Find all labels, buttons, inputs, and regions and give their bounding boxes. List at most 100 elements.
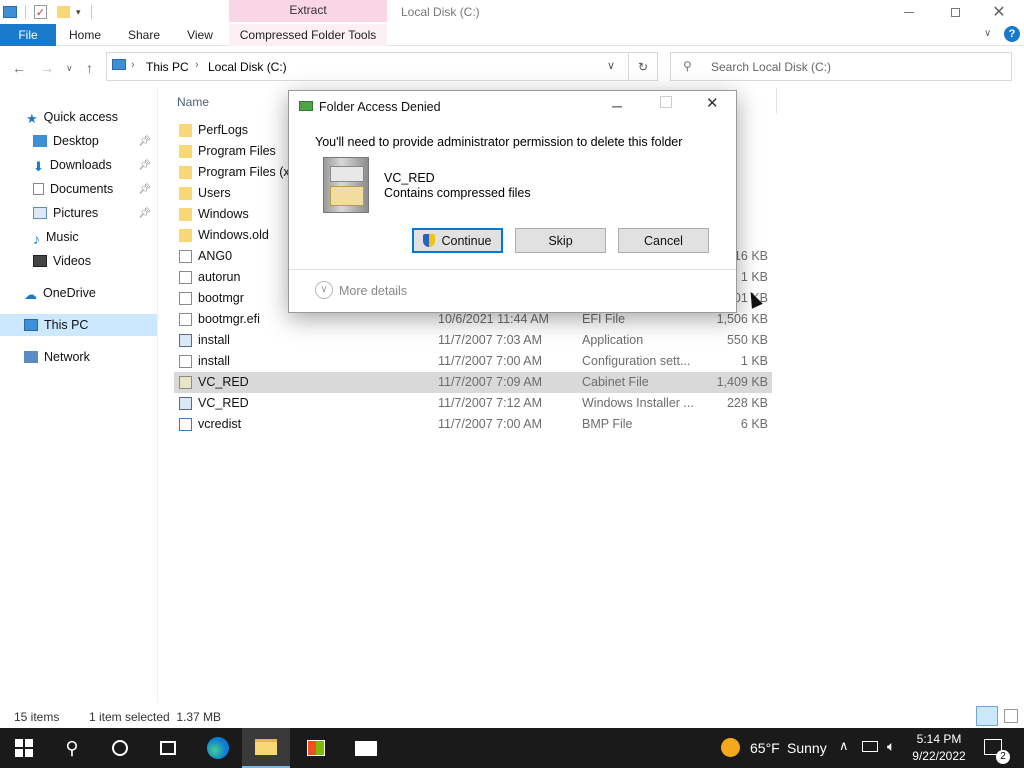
file-size: 228 KB [726, 396, 768, 410]
file-size: 1 KB [740, 270, 768, 284]
nav-pictures[interactable]: Pictures 📌︎ [0, 202, 157, 224]
more-details-link[interactable]: More details [339, 284, 407, 298]
compressed-folder-tools-tab[interactable]: Compressed Folder Tools [229, 24, 387, 46]
nav-label: Quick access [43, 110, 118, 124]
chevron-down-icon[interactable]: ∨ [315, 281, 333, 299]
separator [25, 5, 26, 19]
folder-icon [179, 208, 192, 221]
nav-desktop[interactable]: Desktop 📌︎ [0, 130, 157, 152]
search-input[interactable]: Search Local Disk (C:) [711, 60, 831, 74]
skip-button[interactable]: Skip [515, 228, 606, 253]
cloud-icon: ☁ [24, 287, 37, 302]
folder-access-denied-dialog: Folder Access Denied ─ ✕ You'll need to … [288, 90, 737, 313]
tab-file[interactable]: File [0, 24, 56, 46]
extract-context-tab[interactable]: Extract [229, 0, 387, 22]
dialog-minimize-button[interactable]: ─ [612, 98, 622, 114]
nav-quick-access[interactable]: ★ Quick access [0, 106, 157, 128]
up-arrow-icon[interactable]: ↑ [86, 60, 93, 76]
file-name: vcredist [198, 417, 242, 431]
edge-button[interactable] [194, 728, 242, 768]
ribbon-expand-icon[interactable]: ∨ [984, 28, 991, 39]
folder-icon [179, 229, 192, 242]
pin-icon: 📌︎ [138, 183, 151, 195]
tab-share[interactable]: Share [120, 24, 168, 46]
weather-temperature[interactable]: 65°F [750, 740, 780, 756]
file-date: 10/6/2021 11:44 AM [438, 312, 549, 326]
large-icons-view-icon[interactable] [1004, 709, 1018, 723]
restore-button[interactable] [932, 0, 978, 24]
nav-onedrive[interactable]: ☁ OneDrive [0, 282, 157, 304]
dialog-item-description: Contains compressed files [384, 186, 531, 200]
application-icon [179, 397, 192, 410]
file-size: 1,506 KB [716, 312, 768, 326]
restore-icon [950, 7, 960, 17]
file-row[interactable]: VC_RED 11/7/2007 7:09 AM Cabinet File 1,409… [174, 372, 772, 393]
move-icon [299, 101, 313, 111]
file-row[interactable]: install 11/7/2007 7:03 AM Application 550 K… [174, 330, 772, 351]
dialog-close-button[interactable]: ✕ [706, 94, 719, 112]
nav-label: OneDrive [43, 286, 96, 300]
continue-button[interactable]: Continue [412, 228, 503, 253]
column-divider[interactable] [776, 88, 777, 114]
cortana-button[interactable] [96, 728, 144, 768]
nav-this-pc[interactable]: This PC [0, 314, 157, 336]
download-arrow-icon: ⬇ [33, 159, 44, 174]
show-hidden-icons-chevron-icon[interactable]: ∧ [839, 738, 849, 754]
task-view-button[interactable] [144, 728, 192, 768]
computer-icon [112, 59, 126, 70]
nav-documents[interactable]: Documents 📌︎ [0, 178, 157, 200]
file-name: Program Files [198, 144, 276, 158]
back-arrow-icon[interactable]: ← [12, 60, 26, 76]
store-button[interactable] [292, 728, 340, 768]
nav-network[interactable]: Network [0, 346, 157, 368]
nav-music[interactable]: ♪ Music [0, 226, 157, 248]
file-row[interactable]: VC_RED 11/7/2007 7:12 AM Windows Installer… [174, 393, 772, 414]
file-row[interactable]: install 11/7/2007 7:00 AM Configuration se… [174, 351, 772, 372]
start-button[interactable] [0, 728, 48, 768]
breadcrumb-this-pc[interactable]: This PC [146, 60, 189, 74]
volume-icon[interactable]: 🔈︎ [887, 738, 895, 755]
minimize-button[interactable] [886, 0, 932, 24]
qat-dropdown-icon[interactable]: ▾ [76, 7, 81, 18]
clock-time[interactable]: 5:14 PM [913, 732, 965, 746]
mail-button[interactable] [342, 728, 390, 768]
breadcrumb-chevron-icon: › [131, 59, 135, 71]
desktop-icon [33, 135, 47, 147]
clock-date[interactable]: 9/22/2022 [911, 749, 967, 763]
details-view-icon[interactable] [976, 706, 998, 726]
search-box[interactable]: ⚲ Search Local Disk (C:) [670, 52, 1012, 81]
nav-label: Pictures [53, 206, 99, 220]
nav-downloads[interactable]: ⬇ Downloads 📌︎ [0, 154, 157, 176]
nav-videos[interactable]: Videos [0, 250, 157, 272]
help-icon[interactable]: ? [1004, 26, 1020, 42]
refresh-button[interactable]: ↻ [628, 52, 658, 81]
breadcrumb-local-disk[interactable]: Local Disk (C:) [208, 60, 287, 74]
image-file-icon [179, 418, 192, 431]
new-folder-icon[interactable] [57, 6, 70, 18]
network-icon[interactable] [862, 741, 878, 752]
search-icon: ⚲ [683, 59, 692, 73]
tab-view[interactable]: View [178, 24, 222, 46]
properties-icon[interactable]: ✓ [34, 5, 47, 19]
weather-description[interactable]: Sunny [787, 740, 827, 756]
weather-sun-icon[interactable] [721, 738, 740, 757]
file-row[interactable]: vcredist 11/7/2007 7:00 AM BMP File 6 KB [174, 414, 772, 435]
notification-count-badge: 2 [996, 750, 1010, 764]
file-name: VC_RED [198, 396, 249, 410]
recent-locations-icon[interactable]: ∨ [66, 63, 73, 74]
uac-shield-icon [423, 234, 436, 247]
file-explorer-button[interactable] [242, 728, 290, 768]
selection-info: 1 item selected 1.37 MB [89, 710, 222, 724]
column-header-name[interactable]: Name [177, 95, 209, 109]
address-dropdown-icon[interactable]: ∨ [607, 59, 615, 72]
tab-home[interactable]: Home [62, 24, 108, 46]
file-type: BMP File [582, 417, 633, 431]
file-name: install [198, 333, 230, 347]
close-button[interactable]: ✕ [976, 0, 1022, 24]
address-bar[interactable]: › This PC › Local Disk (C:) ∨ [106, 52, 658, 81]
network-icon [24, 351, 38, 363]
forward-arrow-icon[interactable]: → [40, 60, 54, 76]
nav-label: Documents [50, 182, 114, 196]
cancel-button[interactable]: Cancel [618, 228, 709, 253]
search-button[interactable]: ⚲ [48, 728, 96, 768]
